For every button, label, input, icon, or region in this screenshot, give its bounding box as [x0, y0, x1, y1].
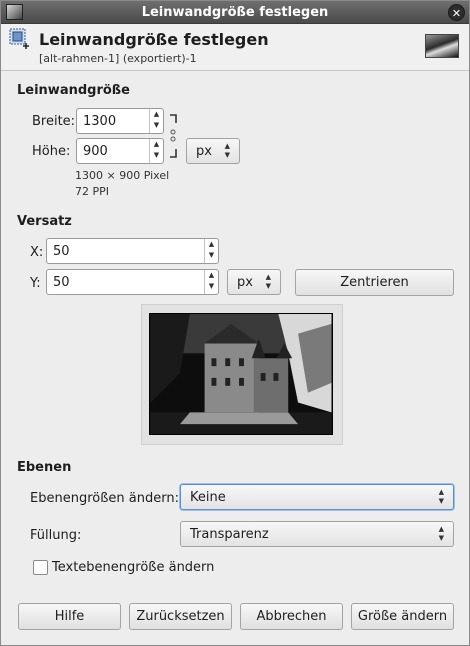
size-unit-combo[interactable]: px ▲ ▼	[186, 138, 240, 164]
offset-y-label: Y:	[30, 276, 41, 291]
resize-button[interactable]: Größe ändern	[351, 603, 454, 630]
help-button[interactable]: Hilfe	[18, 603, 121, 630]
offset-y-value[interactable]: 50	[53, 275, 70, 290]
fill-value: Transparenz	[190, 527, 269, 542]
chevron-updown-icon: ▲ ▼	[224, 142, 230, 159]
dialog-heading: Leinwandgröße festlegen	[39, 30, 269, 49]
offset-heading: Versatz	[17, 214, 72, 229]
resize-layers-value: Keine	[190, 490, 226, 505]
canvas-size-heading: Leinwandgröße	[17, 83, 130, 98]
chevron-updown-icon: ▲ ▼	[438, 488, 444, 505]
layers-heading: Ebenen	[17, 460, 72, 475]
offset-y-spinbutton[interactable]: 50 ▲ ▼	[46, 269, 219, 295]
resize-text-layers-label[interactable]: Textebenengröße ändern	[52, 560, 214, 575]
chevron-updown-icon: ▲ ▼	[438, 525, 444, 542]
offset-x-value[interactable]: 50	[53, 244, 70, 259]
chain-link-icon[interactable]	[168, 113, 182, 159]
offset-y-stepper[interactable]: ▲ ▼	[204, 270, 218, 294]
resize-layers-combo[interactable]: Keine ▲ ▼	[180, 484, 454, 510]
resolution-info: 72 PPI	[75, 185, 110, 198]
width-stepper[interactable]: ▲ ▼	[149, 109, 163, 133]
height-spinbutton[interactable]: 900 ▲ ▼	[76, 138, 164, 164]
height-value[interactable]: 900	[83, 144, 108, 159]
offset-x-spinbutton[interactable]: 50 ▲ ▼	[46, 238, 219, 264]
close-button[interactable]: ✕	[448, 4, 465, 21]
size-pixels-info: 1300 × 900 Pixel	[75, 169, 170, 182]
height-stepper[interactable]: ▲ ▼	[149, 139, 163, 163]
width-label: Breite:	[32, 114, 76, 129]
title-bar[interactable]: Leinwandgröße festlegen ✕	[1, 1, 469, 24]
chevron-updown-icon: ▲ ▼	[265, 273, 271, 290]
fill-label: Füllung:	[30, 528, 82, 543]
image-thumbnail	[425, 34, 459, 58]
cancel-button[interactable]: Abbrechen	[240, 603, 343, 630]
window-title: Leinwandgröße festlegen	[141, 5, 329, 20]
fill-combo[interactable]: Transparenz ▲ ▼	[180, 521, 454, 547]
offset-unit-value: px	[237, 275, 253, 290]
center-button[interactable]: Zentrieren	[295, 269, 454, 296]
offset-x-stepper[interactable]: ▲ ▼	[204, 239, 218, 263]
resize-layers-label: Ebenengrößen ändern:	[30, 491, 179, 506]
canvas-size-icon	[9, 28, 29, 49]
offset-unit-combo[interactable]: px ▲ ▼	[227, 269, 281, 295]
reset-button[interactable]: Zurücksetzen	[129, 603, 232, 630]
resize-text-layers-checkbox[interactable]	[33, 560, 48, 575]
canvas-preview-image[interactable]	[149, 313, 333, 435]
dialog-header: Leinwandgröße festlegen [alt-rahmen-1] (…	[1, 24, 469, 71]
width-value[interactable]: 1300	[83, 114, 116, 129]
canvas-size-dialog: Leinwandgröße festlegen ✕ Leinwandgröße …	[0, 0, 470, 646]
offset-x-label: X:	[30, 245, 44, 260]
size-unit-value: px	[196, 144, 212, 159]
height-label: Höhe:	[32, 144, 71, 159]
width-spinbutton[interactable]: 1300 ▲ ▼	[76, 108, 164, 134]
image-name: [alt-rahmen-1] (exportiert)-1	[39, 52, 197, 65]
